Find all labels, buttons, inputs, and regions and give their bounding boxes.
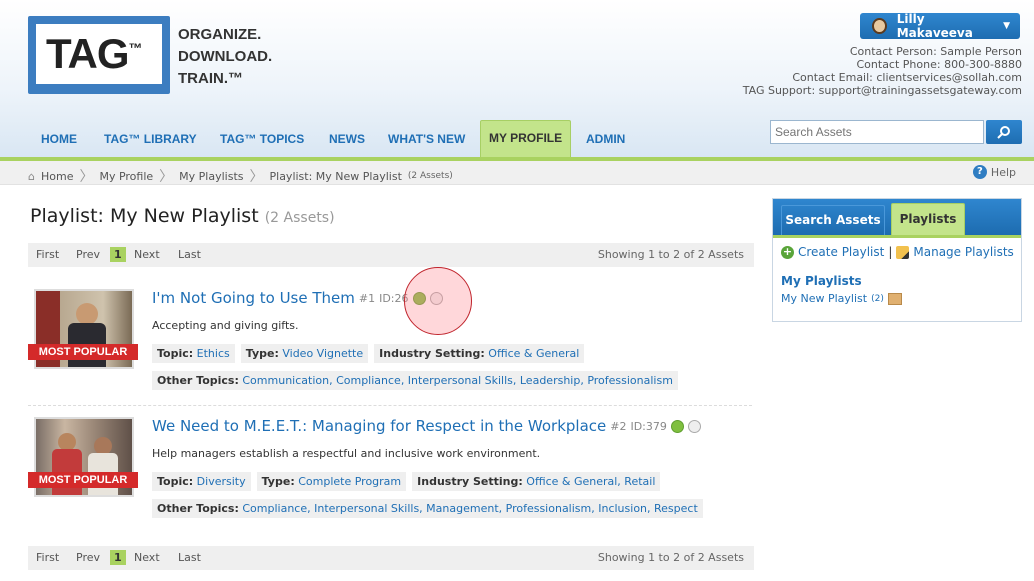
- create-playlist-link[interactable]: Create Playlist: [798, 245, 884, 259]
- breadcrumb-current: Playlist: My New Playlist: [269, 169, 402, 183]
- breadcrumb-my-profile[interactable]: My Profile: [99, 170, 153, 183]
- search-icon: [997, 126, 1010, 139]
- playlist-count: (2): [871, 293, 884, 304]
- nav-my-profile[interactable]: MY PROFILE: [480, 120, 572, 158]
- pager-next[interactable]: Next: [134, 248, 160, 261]
- pager-first[interactable]: First: [36, 551, 59, 564]
- contact-info: Contact Person: Sample Person Contact Ph…: [742, 45, 1022, 97]
- other-topics-links[interactable]: Communication, Compliance, Interpersonal…: [242, 374, 673, 387]
- my-playlists-heading: My Playlists: [781, 274, 862, 288]
- logo-text: TAG: [46, 30, 130, 77]
- asset-number: #1: [358, 291, 376, 305]
- list-item: MOST POPULAR I'm Not Going to Use Them #…: [28, 289, 754, 394]
- nav-tag-library[interactable]: TAG™ LIBRARY: [104, 128, 197, 158]
- pager-last[interactable]: Last: [178, 248, 201, 261]
- pager-prev[interactable]: Prev: [76, 551, 100, 564]
- tag-logo[interactable]: TAG™: [28, 16, 170, 94]
- breadcrumb-my-playlists[interactable]: My Playlists: [179, 170, 243, 183]
- asset-description: Accepting and giving gifts.: [152, 319, 299, 332]
- tagline: ORGANIZE. DOWNLOAD. TRAIN.™: [178, 26, 273, 87]
- industry-tag: Industry Setting: Office & General, Reta…: [412, 472, 661, 491]
- nav-tag-topics[interactable]: TAG™ TOPICS: [220, 128, 304, 158]
- most-popular-badge: MOST POPULAR: [28, 344, 138, 360]
- type-link[interactable]: Video Vignette: [282, 347, 363, 360]
- asset-title-link[interactable]: I'm Not Going to Use Them: [152, 289, 355, 307]
- add-icon: +: [781, 244, 794, 259]
- divider: [28, 405, 752, 406]
- other-topics-tag: Other Topics: Communication, Compliance,…: [152, 371, 678, 390]
- industry-link[interactable]: Office & General, Retail: [526, 475, 655, 488]
- breadcrumb-count: (2 Assets): [407, 171, 453, 181]
- industry-link[interactable]: Office & General: [488, 347, 579, 360]
- asset-number: #2: [610, 419, 627, 433]
- nav-news[interactable]: NEWS: [329, 128, 365, 158]
- type-tag: Type: Video Vignette: [240, 344, 369, 363]
- header: TAG™ ORGANIZE. DOWNLOAD. TRAIN.™ Lilly M…: [0, 0, 1034, 160]
- nav-admin[interactable]: ADMIN: [586, 128, 625, 158]
- manage-playlists-link[interactable]: Manage Playlists: [913, 245, 1013, 259]
- topic-link[interactable]: Ethics: [197, 347, 230, 360]
- playlist-link[interactable]: My New Playlist: [781, 292, 867, 305]
- asset-id: ID:379: [630, 419, 667, 433]
- topic-link[interactable]: Diversity: [197, 475, 246, 488]
- tab-search-assets[interactable]: Search Assets: [781, 205, 885, 235]
- pager-next[interactable]: Next: [134, 551, 160, 564]
- help-link[interactable]: ? Help: [972, 165, 1016, 179]
- pencil-icon: [896, 245, 910, 259]
- nav-whats-new[interactable]: WHAT'S NEW: [388, 128, 465, 158]
- type-tag: Type: Complete Program: [256, 472, 407, 491]
- help-icon: ?: [972, 165, 987, 179]
- highlight-circle: [404, 267, 472, 335]
- pager-last[interactable]: Last: [178, 551, 201, 564]
- type-link[interactable]: Complete Program: [298, 475, 401, 488]
- asset-description: Help managers establish a respectful and…: [152, 447, 541, 460]
- main-nav: HOME TAG™ LIBRARY TAG™ TOPICS NEWS WHAT'…: [0, 120, 760, 158]
- topic-tag: Topic: Ethics: [152, 344, 235, 363]
- pager-current-page[interactable]: 1: [110, 550, 126, 565]
- sidebar-panel: Search Assets Playlists + Create Playlis…: [772, 198, 1022, 322]
- search-box: [770, 120, 1022, 144]
- pager-top: First Prev 1 Next Last Showing 1 to 2 of…: [28, 243, 754, 267]
- search-button[interactable]: [986, 120, 1022, 144]
- other-topics-links[interactable]: Compliance, Interpersonal Skills, Manage…: [242, 502, 697, 515]
- asset-title-link[interactable]: We Need to M.E.E.T.: Managing for Respec…: [152, 417, 606, 435]
- user-name: Lilly Makaveeva: [896, 12, 973, 40]
- other-topics-tag: Other Topics: Compliance, Interpersonal …: [152, 499, 703, 518]
- pager-prev[interactable]: Prev: [76, 248, 100, 261]
- list-item: MOST POPULAR We Need to M.E.E.T.: Managi…: [28, 417, 754, 522]
- search-input[interactable]: [770, 120, 984, 144]
- pager-showing: Showing 1 to 2 of 2 Assets: [597, 551, 744, 564]
- home-icon: ⌂: [28, 169, 35, 183]
- pager-bottom: First Prev 1 Next Last Showing 1 to 2 of…: [28, 546, 754, 570]
- pager-first[interactable]: First: [36, 248, 59, 261]
- box-icon[interactable]: [887, 292, 902, 305]
- industry-tag: Industry Setting: Office & General: [374, 344, 585, 363]
- tab-playlists[interactable]: Playlists: [891, 203, 965, 235]
- user-menu-button[interactable]: Lilly Makaveeva ▼: [860, 12, 1020, 40]
- move-up-icon[interactable]: [687, 419, 701, 433]
- breadcrumb-home[interactable]: Home: [41, 170, 73, 183]
- nav-home[interactable]: HOME: [41, 128, 77, 158]
- pager-current-page[interactable]: 1: [110, 247, 126, 262]
- most-popular-badge: MOST POPULAR: [28, 472, 138, 488]
- pager-showing: Showing 1 to 2 of 2 Assets: [597, 248, 744, 261]
- user-icon: [872, 18, 887, 34]
- chevron-down-icon: ▼: [1003, 21, 1010, 31]
- add-to-playlist-icon[interactable]: [670, 419, 684, 433]
- topic-tag: Topic: Diversity: [152, 472, 251, 491]
- page-title: Playlist: My New Playlist (2 Assets): [30, 205, 335, 227]
- breadcrumb: ⌂ Home 〉 My Profile 〉 My Playlists 〉 Pla…: [0, 161, 1034, 185]
- asset-count: (2 Assets): [264, 210, 335, 226]
